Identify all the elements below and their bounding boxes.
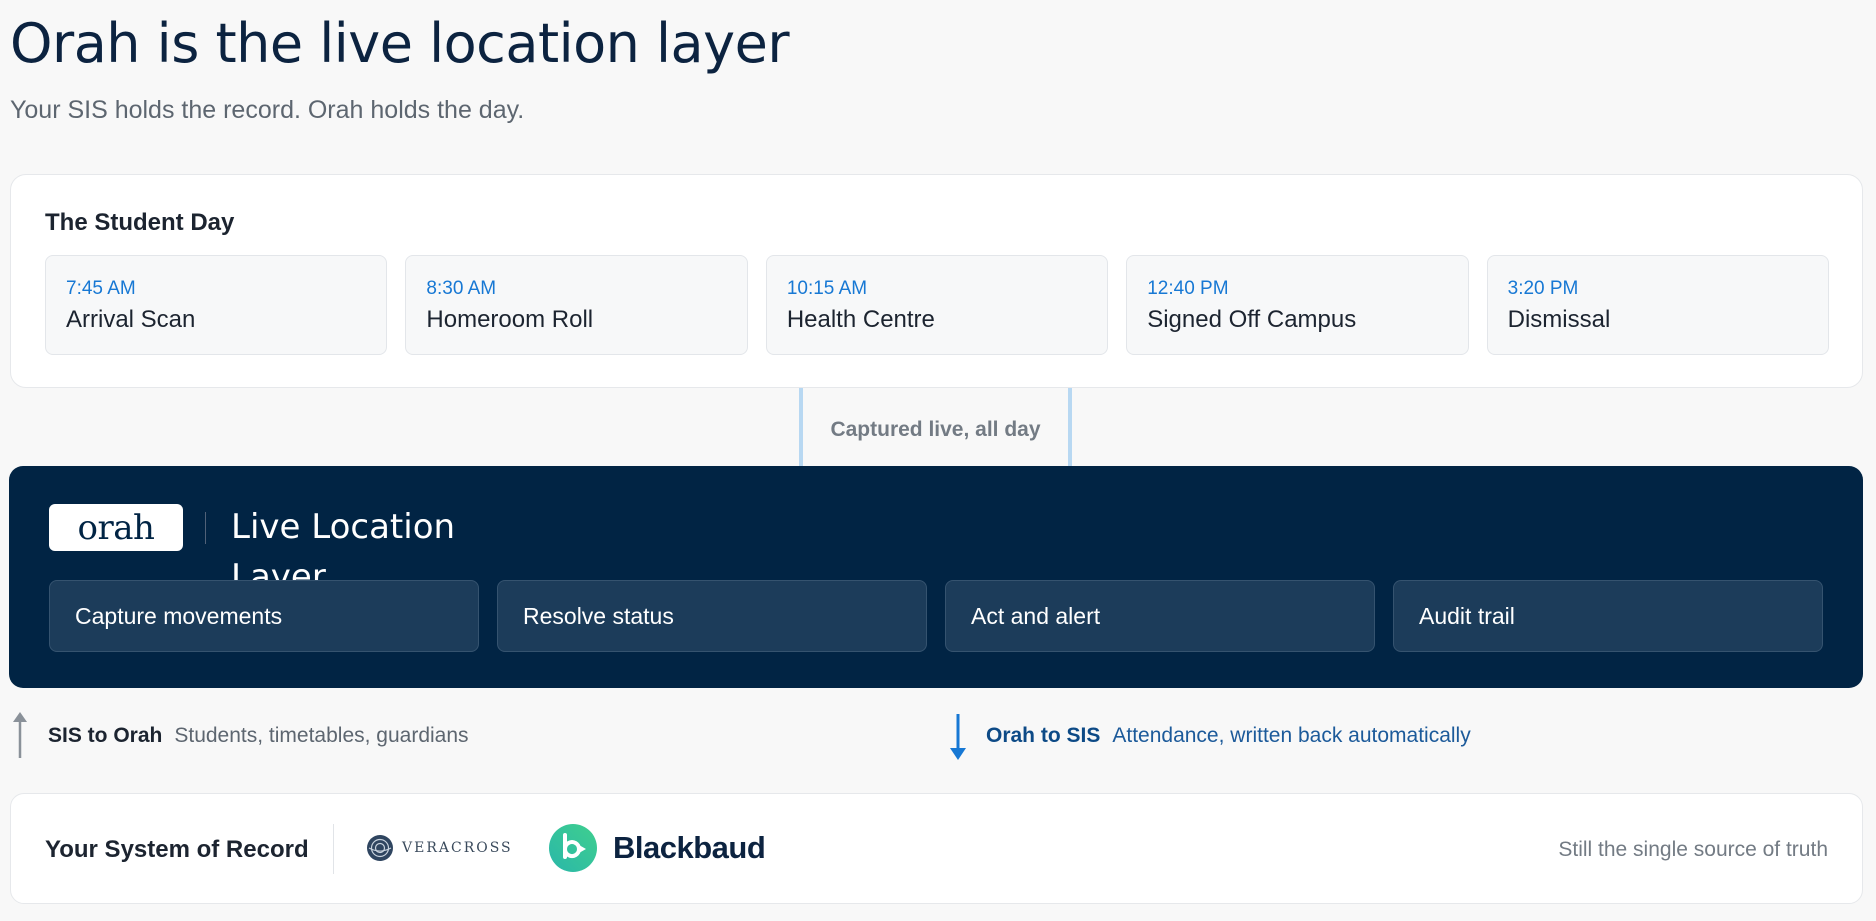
- arrow-up-icon: [13, 712, 27, 758]
- record-note: Still the single source of truth: [1558, 838, 1828, 861]
- page-subtitle: Your SIS holds the record. Orah holds th…: [10, 96, 525, 124]
- arrow-down-icon: [950, 714, 966, 760]
- event-arrival-scan: 7:45 AM Arrival Scan: [45, 255, 388, 355]
- event-signed-off-campus: 12:40 PM Signed Off Campus: [1126, 255, 1469, 355]
- flow-sis-to-orah: SIS to Orah Students, timetables, guardi…: [10, 712, 469, 760]
- flow-label: SIS to Orah: [48, 724, 163, 747]
- record-divider: [333, 824, 334, 874]
- veracross-logo-icon: [367, 835, 393, 861]
- event-homeroom-roll: 8:30 AM Homeroom Roll: [405, 255, 748, 355]
- event-time: 10:15 AM: [786, 278, 868, 299]
- event-label: Signed Off Campus: [1147, 306, 1357, 333]
- event-label: Arrival Scan: [66, 306, 196, 333]
- flow-label: Orah to SIS: [986, 724, 1101, 747]
- student-day-timeline: 7:45 AM Arrival Scan 8:30 AM Homeroom Ro…: [45, 255, 1830, 355]
- capabilities-row: Capture movements Resolve status Act and…: [49, 580, 1823, 652]
- flow-description: Students, timetables, guardians: [174, 724, 469, 747]
- event-time: 8:30 AM: [426, 278, 497, 299]
- system-of-record-card: Your System of Record VERACROSS Blackbau…: [10, 793, 1863, 904]
- veracross-logo: VERACROSS: [366, 834, 513, 862]
- blackbaud-logo-icon: [549, 824, 597, 872]
- blackbaud-wordmark: Blackbaud: [613, 830, 766, 865]
- veracross-wordmark: VERACROSS: [402, 840, 513, 856]
- page-title: Orah is the live location layer: [10, 12, 790, 75]
- live-location-layer-panel: orah Live Location Layer Capture movemen…: [9, 466, 1863, 688]
- event-label: Dismissal: [1507, 306, 1611, 333]
- flow-description: Attendance, written back automatically: [1112, 724, 1471, 747]
- orah-logo: orah: [49, 504, 183, 551]
- event-dismissal: 3:20 PM Dismissal: [1486, 255, 1830, 355]
- flow-orah-to-sis: Orah to SIS Attendance, written back aut…: [948, 712, 1471, 760]
- capability-capture-movements: Capture movements: [49, 580, 479, 652]
- event-health-centre: 10:15 AM Health Centre: [765, 255, 1109, 355]
- event-label: Homeroom Roll: [426, 306, 594, 333]
- student-day-card: The Student Day 7:45 AM Arrival Scan 8:3…: [10, 174, 1863, 388]
- capability-act-and-alert: Act and alert: [945, 580, 1375, 652]
- connector-caption: Captured live, all day: [830, 418, 1041, 441]
- record-title: Your System of Record: [45, 836, 309, 863]
- capability-audit-trail: Audit trail: [1393, 580, 1823, 652]
- blackbaud-logo: Blackbaud: [549, 824, 766, 872]
- capability-resolve-status: Resolve status: [497, 580, 927, 652]
- event-time: 12:40 PM: [1147, 278, 1229, 299]
- student-day-title: The Student Day: [45, 209, 235, 236]
- event-time: 3:20 PM: [1507, 278, 1579, 299]
- logo-divider: [205, 512, 206, 544]
- event-time: 7:45 AM: [66, 278, 136, 299]
- event-label: Health Centre: [786, 306, 935, 333]
- connector-line-right: [1068, 388, 1072, 466]
- orah-logo-text: orah: [77, 507, 155, 548]
